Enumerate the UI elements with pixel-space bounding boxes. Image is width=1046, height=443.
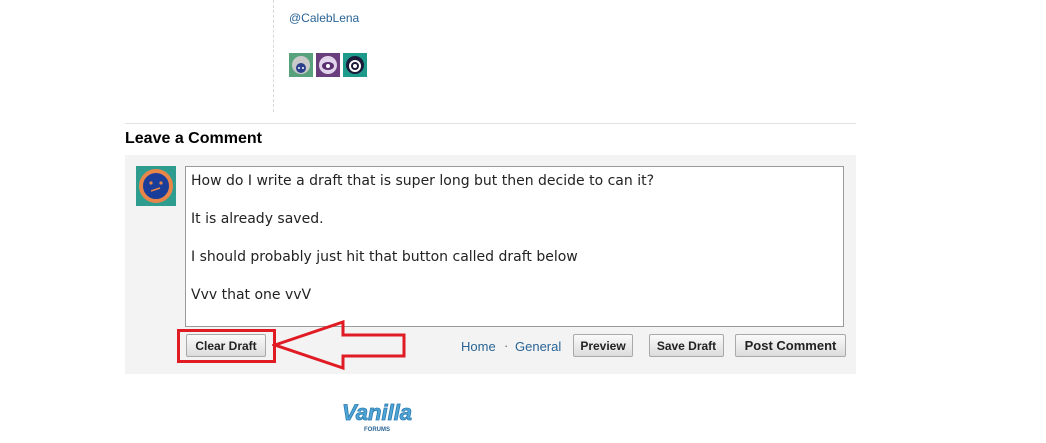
breadcrumb-home-link[interactable]: Home <box>461 339 496 354</box>
user-avatar-1-icon[interactable] <box>289 53 313 77</box>
editor-line: It is already saved. <box>191 211 324 227</box>
editor-line: How do I write a draft that is super lon… <box>191 173 654 189</box>
highlight-box <box>177 329 276 363</box>
editor-line: Vvv that one vvV <box>191 287 312 303</box>
user-avatar-2-icon[interactable] <box>316 53 340 77</box>
user-avatar-icon <box>136 166 176 206</box>
editor-line: I should probably just hit that button c… <box>191 249 578 265</box>
preview-button[interactable]: Preview <box>573 334 633 357</box>
breadcrumb-category-link[interactable]: General <box>515 339 561 354</box>
user-avatar-3-icon[interactable] <box>343 53 367 77</box>
save-draft-button[interactable]: Save Draft <box>649 334 724 357</box>
mention-link[interactable]: @CalebLena <box>289 11 359 25</box>
breadcrumb-separator: · <box>504 338 509 353</box>
discussion-divider <box>273 0 274 112</box>
svg-text:FORUMS: FORUMS <box>364 427 390 433</box>
comment-editor[interactable]: How do I write a draft that is super lon… <box>185 166 844 327</box>
left-arrow-icon <box>272 320 406 370</box>
vanilla-forums-logo: Vanilla FORUMS <box>342 400 413 433</box>
section-divider <box>125 123 856 124</box>
leave-comment-heading: Leave a Comment <box>125 130 262 147</box>
svg-text:Vanilla: Vanilla <box>342 400 412 425</box>
post-comment-button[interactable]: Post Comment <box>735 334 846 357</box>
